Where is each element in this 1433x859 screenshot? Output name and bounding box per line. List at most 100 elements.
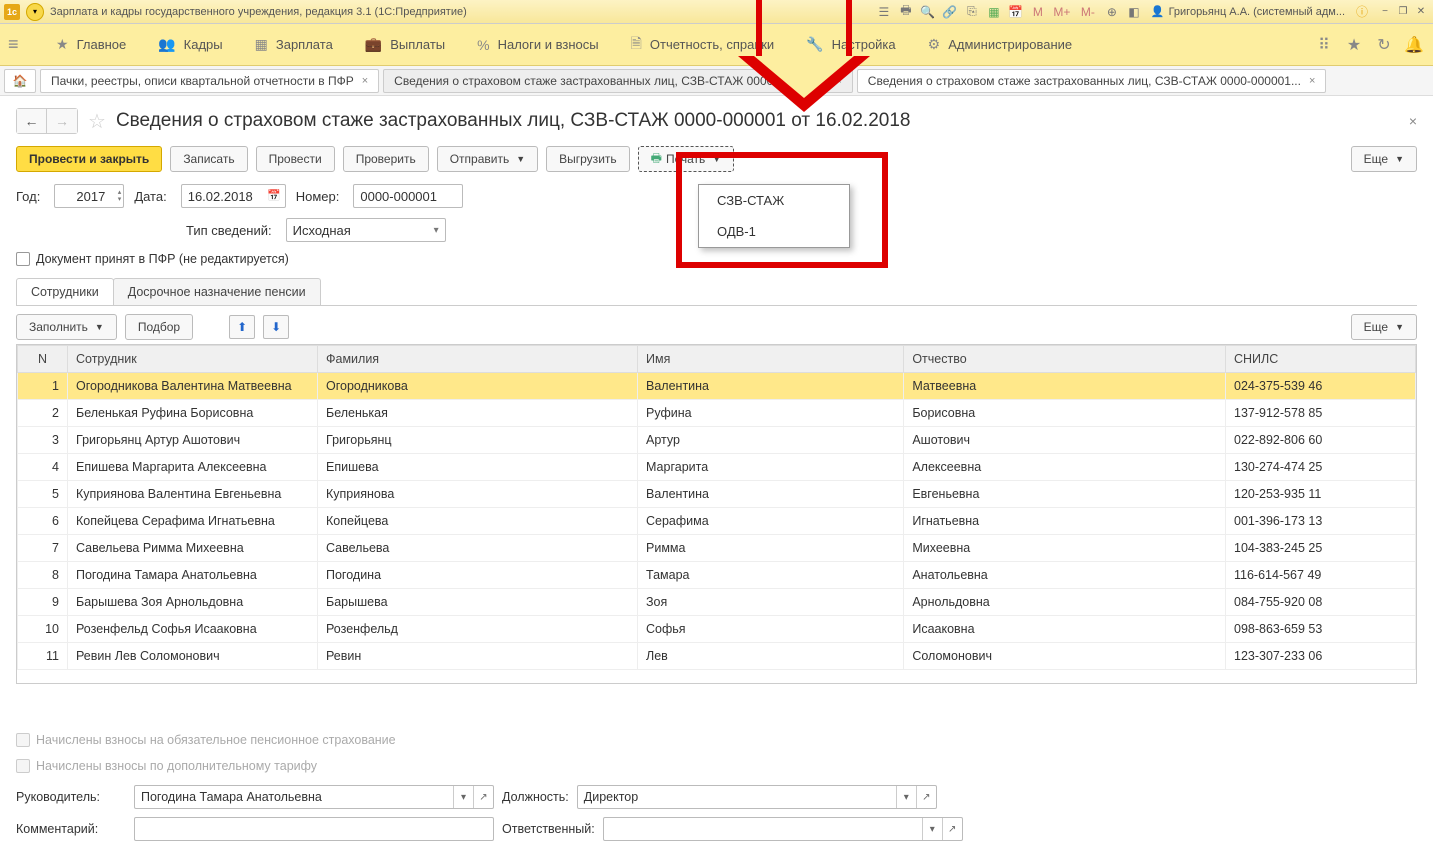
send-button[interactable]: Отправить▼: [437, 146, 538, 172]
save-button[interactable]: Записать: [170, 146, 247, 172]
employees-table[interactable]: N Сотрудник Фамилия Имя Отчество СНИЛС 1…: [16, 344, 1417, 684]
table-row[interactable]: 10 Розенфельд Софья Исааковна Розенфельд…: [18, 616, 1416, 643]
more-button[interactable]: Еще▼: [1351, 146, 1417, 172]
zoom-icon[interactable]: ⊕: [1103, 3, 1121, 21]
table-row[interactable]: 9 Барышева Зоя Арнольдовна Барышева Зоя …: [18, 589, 1416, 616]
nav-icon[interactable]: ☰: [875, 3, 893, 21]
search-icon[interactable]: 🔍: [919, 3, 937, 21]
tab-szv1[interactable]: Сведения о страховом стаже застрахованны…: [383, 69, 853, 93]
close-icon[interactable]: ×: [362, 75, 368, 87]
col-name[interactable]: Имя: [638, 346, 904, 373]
table-row[interactable]: 4 Епишева Маргарита Алексеевна Епишева М…: [18, 454, 1416, 481]
col-employee[interactable]: Сотрудник: [68, 346, 318, 373]
print-button[interactable]: 🖶Печать▼: [638, 146, 735, 172]
back-button[interactable]: ←: [17, 109, 47, 133]
fill-button[interactable]: Заполнить▼: [16, 314, 117, 340]
chevron-down-icon[interactable]: ▾: [922, 818, 942, 840]
user-section[interactable]: 👤 Григорьянц А.А. (системный адм...: [1151, 5, 1345, 18]
move-down-button[interactable]: ⬇: [263, 315, 289, 339]
type-select[interactable]: Исходная: [286, 218, 446, 242]
history-icon[interactable]: ↻: [1373, 34, 1395, 56]
bell-icon[interactable]: 🔔: [1403, 34, 1425, 56]
chk-additional-tariff: [16, 759, 30, 773]
burger-icon[interactable]: ≡: [8, 34, 32, 55]
apps-icon[interactable]: ⠿: [1313, 34, 1335, 56]
table-toolbar: Заполнить▼ Подбор ⬆ ⬇ Еще▼: [16, 314, 1417, 340]
menu-main[interactable]: ★Главное: [40, 24, 142, 65]
mminus-icon[interactable]: M-: [1077, 3, 1099, 21]
compare-icon[interactable]: ⎘: [963, 3, 981, 21]
table-row[interactable]: 3 Григорьянц Артур Ашотович Григорьянц А…: [18, 427, 1416, 454]
maximize-icon[interactable]: ❐: [1395, 5, 1411, 19]
print-szv-stazh[interactable]: СЗВ-СТАЖ: [699, 185, 849, 216]
chevron-down-icon[interactable]: ▾: [453, 786, 473, 808]
chk-additional-tariff-label: Начислены взносы по дополнительному тари…: [36, 759, 317, 773]
table-row[interactable]: 2 Беленькая Руфина Борисовна Беленькая Р…: [18, 400, 1416, 427]
chk-pension-ins: [16, 733, 30, 747]
tab-pension[interactable]: Досрочное назначение пенсии: [113, 278, 321, 305]
tab-employees[interactable]: Сотрудники: [16, 278, 114, 305]
table-row[interactable]: 5 Куприянова Валентина Евгеньевна Куприя…: [18, 481, 1416, 508]
open-icon[interactable]: ↗: [942, 818, 962, 840]
position-field[interactable]: Директор▾↗: [577, 785, 937, 809]
col-patronymic[interactable]: Отчество: [904, 346, 1226, 373]
fav-icon[interactable]: ★: [1343, 34, 1365, 56]
link-icon[interactable]: 🔗: [941, 3, 959, 21]
menu-kadry[interactable]: 👥Кадры: [142, 24, 238, 65]
manager-field[interactable]: Погодина Тамара Анатольевна▾↗: [134, 785, 494, 809]
calendar-icon[interactable]: 📅: [1007, 3, 1025, 21]
table-row[interactable]: 11 Ревин Лев Соломонович Ревин Лев Солом…: [18, 643, 1416, 670]
open-icon[interactable]: ↗: [473, 786, 493, 808]
tab-szv2[interactable]: Сведения о страховом стаже застрахованны…: [857, 69, 1327, 93]
menu-vyplaty[interactable]: 💼Выплаты: [349, 24, 461, 65]
select-button[interactable]: Подбор: [125, 314, 193, 340]
print-odv1[interactable]: ОДВ-1: [699, 216, 849, 247]
main-dropdown-icon[interactable]: ▾: [26, 3, 44, 21]
post-button[interactable]: Провести: [256, 146, 335, 172]
chevron-down-icon[interactable]: ▾: [896, 786, 916, 808]
year-field[interactable]: 2017: [54, 184, 124, 208]
move-up-button[interactable]: ⬆: [229, 315, 255, 339]
close-icon[interactable]: ✕: [1413, 5, 1429, 19]
col-surname[interactable]: Фамилия: [318, 346, 638, 373]
menu-otchet[interactable]: 🗎Отчетность, справки: [615, 24, 791, 65]
favorite-icon[interactable]: ☆: [88, 109, 106, 134]
menu-zarplata[interactable]: ▦Зарплата: [239, 24, 349, 65]
open-icon[interactable]: ↗: [916, 786, 936, 808]
wrench-icon: 🔧: [806, 36, 823, 53]
home-tab[interactable]: 🏠: [4, 69, 36, 93]
responsible-field[interactable]: ▾↗: [603, 817, 963, 841]
close-icon[interactable]: ×: [1309, 75, 1315, 87]
menu-admin[interactable]: ⚙Администрирование: [912, 24, 1089, 65]
comment-field[interactable]: [134, 817, 494, 841]
date-field[interactable]: 16.02.2018: [181, 184, 286, 208]
print-icon[interactable]: 🖶: [897, 3, 915, 21]
number-field[interactable]: 0000-000001: [353, 184, 463, 208]
export-button[interactable]: Выгрузить: [546, 146, 630, 172]
table-row[interactable]: 7 Савельева Римма Михеевна Савельева Рим…: [18, 535, 1416, 562]
post-and-close-button[interactable]: Провести и закрыть: [16, 146, 162, 172]
print-menu: СЗВ-СТАЖ ОДВ-1: [698, 184, 850, 248]
table-row[interactable]: 6 Копейцева Серафима Игнатьевна Копейцев…: [18, 508, 1416, 535]
calc-icon[interactable]: ▦: [985, 3, 1003, 21]
m-icon[interactable]: M: [1029, 3, 1047, 21]
tab-pfr[interactable]: Пачки, реестры, описи квартальной отчетн…: [40, 69, 379, 93]
check-button[interactable]: Проверить: [343, 146, 429, 172]
close-icon[interactable]: ×: [835, 75, 841, 87]
gear-icon: ⚙: [928, 36, 941, 53]
menu-nalogi[interactable]: %Налоги и взносы: [461, 24, 615, 65]
mplus-icon[interactable]: M+: [1051, 3, 1073, 21]
table-row[interactable]: 1 Огородникова Валентина Матвеевна Огоро…: [18, 373, 1416, 400]
info-icon[interactable]: ⓘ: [1353, 3, 1371, 21]
pfr-checkbox[interactable]: [16, 252, 30, 266]
menu-nastroika[interactable]: 🔧Настройка: [790, 24, 911, 65]
close-icon[interactable]: ×: [1409, 113, 1417, 129]
percent-icon: %: [477, 37, 489, 53]
table-more-button[interactable]: Еще▼: [1351, 314, 1417, 340]
col-n[interactable]: N: [18, 346, 68, 373]
col-snils[interactable]: СНИЛС: [1226, 346, 1416, 373]
minimize-icon[interactable]: −: [1377, 5, 1393, 19]
panel-icon[interactable]: ◧: [1125, 3, 1143, 21]
table-row[interactable]: 8 Погодина Тамара Анатольевна Погодина Т…: [18, 562, 1416, 589]
forward-button[interactable]: →: [47, 109, 77, 133]
